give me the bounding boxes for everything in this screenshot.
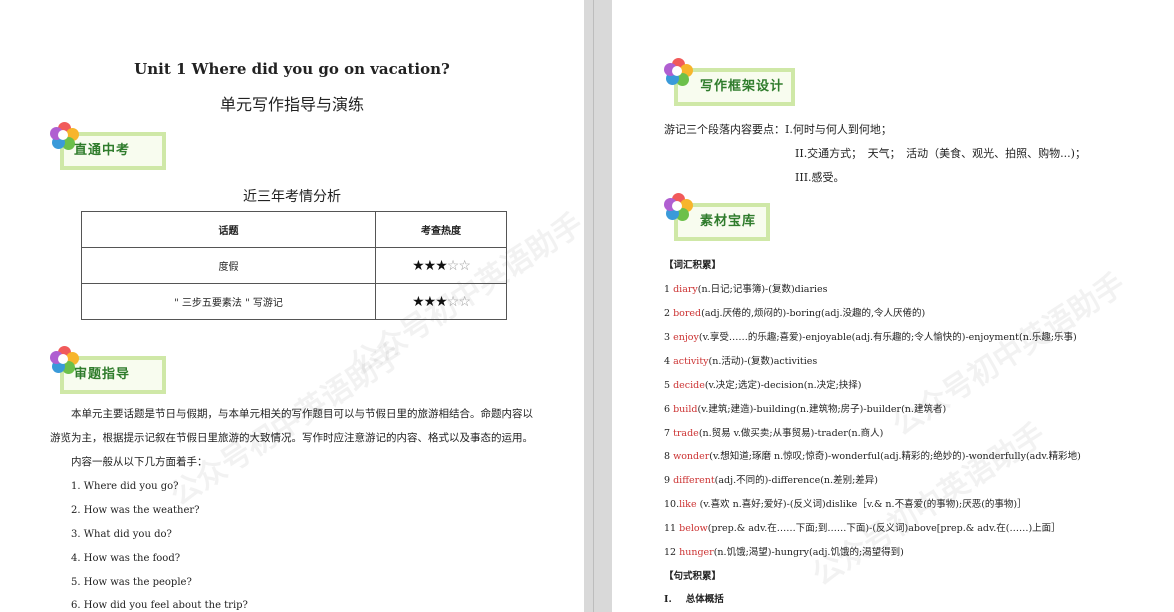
cell-rating: ★★★☆☆	[375, 247, 507, 284]
list-item: 7 trade(n.贸易 v.做买卖;从事贸易)-trader(n.商人)	[664, 428, 884, 439]
frame-line: III.感受。	[795, 171, 845, 184]
filled-stars: ★★★	[412, 293, 448, 310]
list-item: 8 wonder(v.想知道;琢磨 n.惊叹;惊奇)-wonderful(adj…	[664, 451, 1081, 462]
list-item: 4. How was the food?	[71, 553, 181, 564]
list-item: 1 diary(n.日记;记事簿)-(复数)diaries	[664, 284, 828, 295]
unit-title: Unit 1 Where did you go on vacation?	[134, 60, 450, 78]
section-label: 审题指导	[74, 367, 131, 382]
col-header-topic: 话题	[81, 211, 376, 248]
list-item: 11 below(prep.& adv.在……下面;到……下面)-(反义词)ab…	[664, 523, 1061, 534]
list-item: 10.like (v.喜欢 n.喜好;爱好)-(反义词)dislike［v.& …	[664, 499, 1027, 510]
list-item: 4 activity(n.活动)-(复数)activities	[664, 356, 818, 367]
table-row: 度假 ★★★☆☆	[81, 247, 507, 284]
left-page: 公众号初中英语助手 公众号初中英语助手 Unit 1 Where did you…	[0, 0, 584, 612]
list-item: 5. How was the people?	[71, 577, 192, 588]
list-item: 12 hunger(n.饥饿;渴望)-hungry(adj.饥饿的;渴望得到)	[664, 547, 904, 558]
paragraph-line: 游览为主，根据提示记叙在节假日里旅游的大致情况。写作时应注意游记的内容、格式以及…	[50, 432, 533, 444]
list-item: 2 bored(adj.厌倦的,烦闷的)-boring(adj.没趣的,令人厌倦…	[664, 308, 926, 319]
paragraph-line: 本单元主要话题是节日与假期，与本单元相关的写作题目可以与节假日里的旅游相结合。命…	[71, 408, 533, 420]
empty-stars: ☆☆	[446, 293, 471, 310]
cell-topic: " 三步五要素法 " 写游记	[81, 283, 376, 320]
section-header-kuangjia: 写作框架设计	[664, 58, 814, 106]
table-header-row: 话题 考查热度	[81, 211, 507, 248]
watermark: 公众号初中英语助手	[886, 266, 1132, 444]
subsection-heading: I. 总体概括	[664, 594, 724, 605]
sentence-header: 【句式积累】	[664, 571, 722, 582]
frame-line: II.交通方式； 天气； 活动（美食、观光、拍照、购物...)；	[795, 147, 1086, 160]
cell-topic: 度假	[81, 247, 376, 284]
vocab-header: 【词汇积累】	[664, 260, 722, 271]
section-label: 直通中考	[74, 143, 131, 158]
list-item: 6 build(v.建筑;建造)-building(n.建筑物;房子)-buil…	[664, 404, 947, 415]
list-item: 3. What did you do?	[71, 529, 172, 540]
list-item: 6. How did you feel about the trip?	[71, 600, 248, 611]
unit-subtitle: 单元写作指导与演练	[219, 95, 364, 114]
frame-line: 游记三个段落内容要点：I.何时与何人到何地；	[664, 123, 892, 136]
empty-stars: ☆☆	[446, 257, 471, 274]
flower-icon	[664, 193, 694, 223]
col-header-heat: 考查热度	[375, 211, 507, 248]
section-header-shenti: 审题指导	[50, 346, 180, 394]
paragraph-line: 内容一般从以下几方面着手：	[71, 456, 208, 468]
star-rating: ★★★☆☆	[412, 293, 471, 310]
page-gutter	[584, 0, 612, 612]
exam-analysis-table: 话题 考查热度 度假 ★★★☆☆ " 三步五要素法 " 写游记 ★★★☆☆	[81, 211, 507, 320]
list-item: 1. Where did you go?	[71, 481, 179, 492]
list-item: 9 different(adj.不同的)-difference(n.差别;差异)	[664, 475, 878, 486]
filled-stars: ★★★	[412, 257, 448, 274]
list-item: 3 enjoy(v.享受……的乐趣;喜爱)-enjoyable(adj.有乐趣的…	[664, 332, 1077, 343]
table-title: 近三年考情分析	[243, 189, 341, 205]
right-page: 公众号初中英语助手 公众号初中英语助手 写作框架设计 游记三个段落内容要点：I.…	[612, 0, 1174, 612]
flower-icon	[664, 58, 694, 88]
cell-rating: ★★★☆☆	[375, 283, 507, 320]
table-row: " 三步五要素法 " 写游记 ★★★☆☆	[81, 283, 507, 320]
section-header-zhitong: 直通中考	[50, 122, 180, 170]
list-item: 5 decide(v.决定;选定)-decision(n.决定;抉择)	[664, 380, 862, 391]
section-label: 素材宝库	[700, 214, 757, 229]
section-header-sucai: 素材宝库	[664, 193, 794, 241]
list-item: 2. How was the weather?	[71, 505, 200, 516]
star-rating: ★★★☆☆	[412, 257, 471, 274]
section-label: 写作框架设计	[700, 79, 785, 94]
